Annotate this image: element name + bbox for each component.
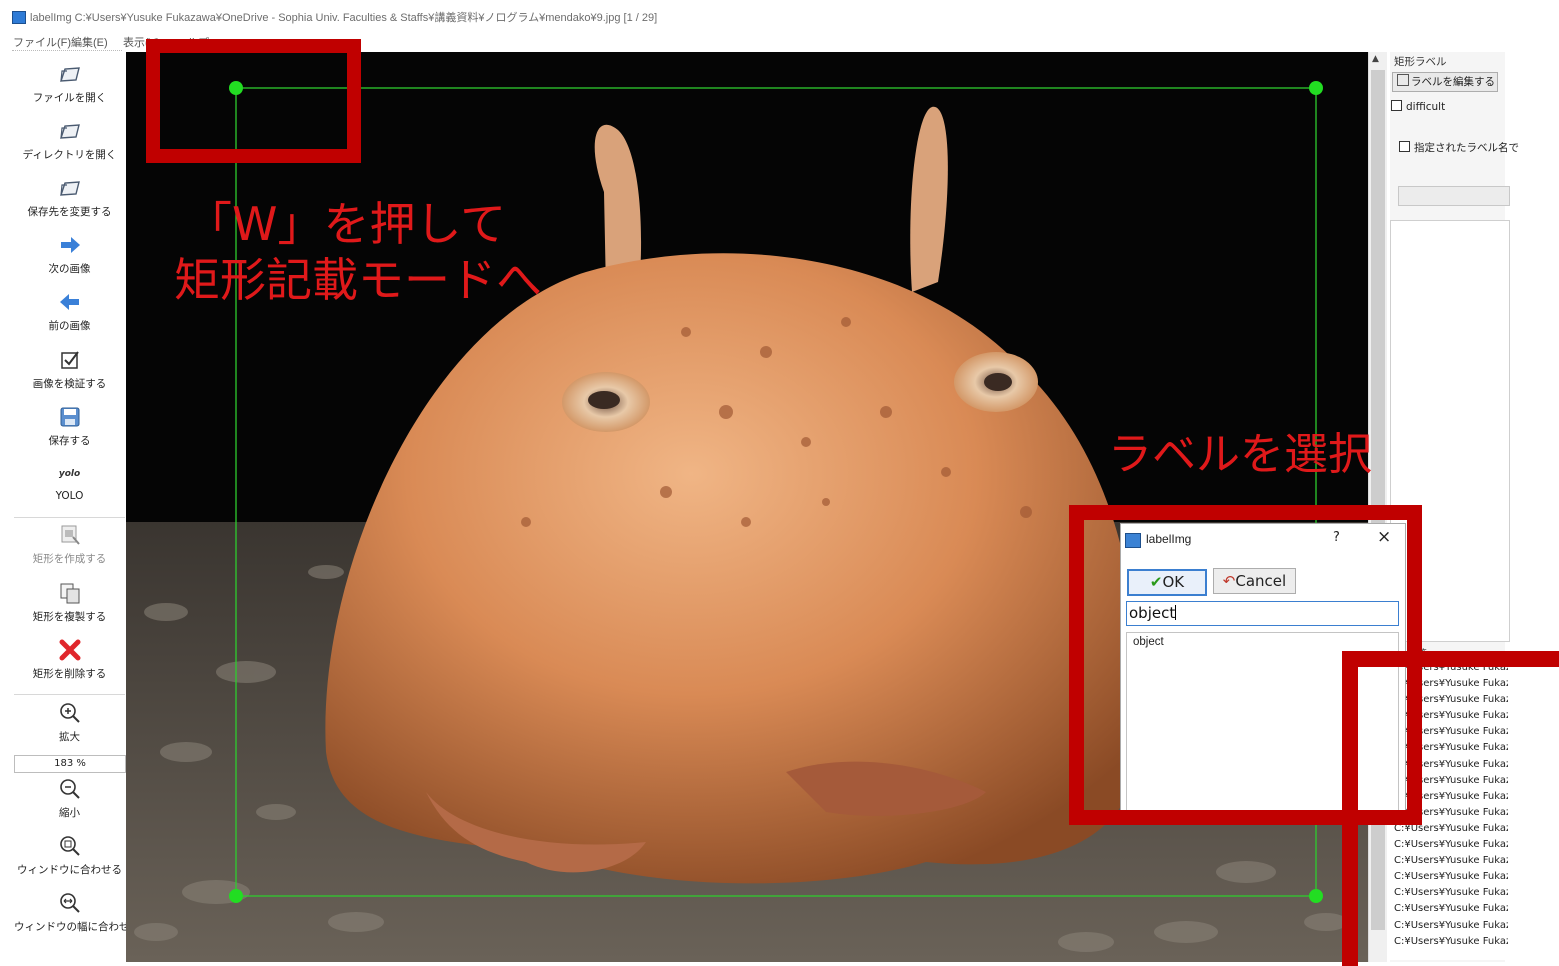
create-rect-button[interactable]: 矩形を作成する <box>14 523 125 566</box>
annotation-step2: ラベルを選択 <box>1108 429 1372 480</box>
scroll-up-icon[interactable]: ▲ <box>1372 54 1379 64</box>
tool-bar: ファイルを開く ディレクトリを開く 保存先を変更する 次の画像 前の画像 画像を… <box>14 56 140 956</box>
floppy-disk-icon <box>60 407 79 427</box>
edit-icon <box>1397 74 1409 86</box>
zoom-in-button[interactable]: 拡大 <box>14 701 125 744</box>
zoom-level-field[interactable]: 183 % <box>14 755 126 773</box>
use-default-label-checkbox[interactable]: 指定されたラベル名で <box>1399 140 1519 155</box>
toolbar-separator <box>14 517 125 518</box>
yolo-format-button[interactable]: yolo YOLO <box>14 462 125 502</box>
menu-dotted-line <box>12 50 122 51</box>
difficult-checkbox[interactable]: difficult <box>1391 100 1445 113</box>
arrow-right-icon <box>60 237 80 253</box>
zoom-out-button[interactable]: 縮小 <box>14 777 125 820</box>
checkbox-check-icon <box>60 351 79 369</box>
next-image-button[interactable]: 次の画像 <box>14 233 125 276</box>
open-file-button[interactable]: ファイルを開く <box>14 62 125 105</box>
delete-x-icon <box>59 639 80 661</box>
save-button[interactable]: 保存する <box>14 405 125 448</box>
fit-window-icon <box>59 836 80 856</box>
duplicate-rect-button[interactable]: 矩形を複製する <box>14 581 125 624</box>
prev-image-button[interactable]: 前の画像 <box>14 290 125 333</box>
zoom-in-icon <box>59 703 80 723</box>
annotation-step1-line2: 矩形記載モードへ <box>174 253 542 307</box>
zoom-out-icon <box>59 779 80 799</box>
folder-icon <box>59 67 80 82</box>
create-rect-icon <box>61 525 80 545</box>
yolo-icon: yolo <box>58 469 81 479</box>
box-labels-title: 矩形ラベル <box>1394 56 1447 68</box>
folder-icon <box>59 124 80 139</box>
verify-image-button[interactable]: 画像を検証する <box>14 348 125 391</box>
change-save-dir-button[interactable]: 保存先を変更する <box>14 176 125 219</box>
fit-width-icon <box>59 893 80 913</box>
checkbox-icon <box>1399 141 1410 152</box>
window-title: labelImg C:¥Users¥Yusuke Fukazawa¥OneDri… <box>30 12 658 24</box>
arrow-left-icon <box>59 294 79 310</box>
open-dir-button[interactable]: ディレクトリを開く <box>14 119 125 162</box>
menu-file[interactable]: ファイル(F) <box>13 34 71 50</box>
app-icon <box>12 11 26 24</box>
fit-width-button[interactable]: ウィンドウの幅に合わせる <box>14 891 140 934</box>
edit-label-button[interactable]: ラベルを編集する <box>1392 72 1498 92</box>
duplicate-icon <box>60 583 79 604</box>
default-label-combo[interactable] <box>1398 186 1510 206</box>
highlight-create-rect <box>146 39 361 163</box>
title-bar: labelImg C:¥Users¥Yusuke Fukazawa¥OneDri… <box>0 0 1559 32</box>
folder-icon <box>59 181 80 196</box>
highlight-file-list <box>1342 651 1559 966</box>
delete-rect-button[interactable]: 矩形を削除する <box>14 638 125 681</box>
menu-edit[interactable]: 編集(E) <box>71 34 108 50</box>
checkbox-icon <box>1391 100 1402 111</box>
toolbar-separator <box>14 694 125 695</box>
fit-window-button[interactable]: ウィンドウに合わせる <box>14 834 125 877</box>
